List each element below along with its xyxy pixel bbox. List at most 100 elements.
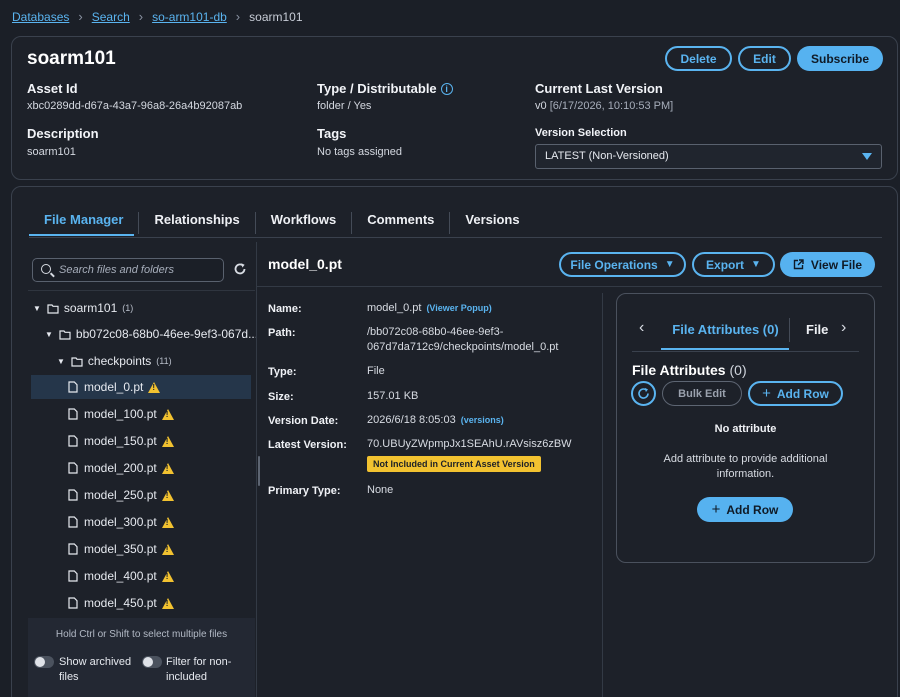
file-row[interactable]: model_350.pt	[31, 537, 231, 561]
latest-version-label: Latest Version:	[268, 439, 347, 451]
multi-select-hint: Hold Ctrl or Shift to select multiple fi…	[55, 629, 228, 640]
caret-down-icon: ▼	[751, 259, 761, 270]
delete-button[interactable]: Delete	[665, 46, 732, 71]
show-archived-toggle[interactable]	[34, 656, 54, 668]
file-icon	[68, 543, 78, 555]
file-name: model_300.pt	[84, 515, 157, 529]
tab-relationships[interactable]: Relationships	[139, 212, 256, 234]
version-date-value: 2026/6/18 8:05:03 (versions)	[367, 413, 504, 428]
tree-root[interactable]: ▼ soarm101 (1)	[33, 296, 133, 320]
refresh-icon	[638, 387, 649, 399]
path-label: Path:	[268, 327, 296, 339]
view-file-button[interactable]: View File	[780, 252, 875, 277]
refresh-icon[interactable]	[233, 262, 247, 276]
caret-down-icon: ▼	[664, 259, 675, 270]
version-date-text: 2026/6/18 8:05:03	[367, 414, 456, 426]
filter-non-included-toggle[interactable]	[142, 656, 162, 668]
asset-id-value: xbc0289dd-d67a-43a7-96a8-26a4b92087ab	[27, 100, 243, 112]
file-name: model_250.pt	[84, 488, 157, 502]
primary-type-value: None	[367, 484, 394, 496]
refresh-attributes-button[interactable]	[631, 381, 656, 406]
file-row[interactable]: model_0.pt	[31, 375, 251, 399]
file-operations-button[interactable]: File Operations ▼	[559, 252, 686, 277]
version-date-label: Version Date:	[268, 415, 339, 427]
warning-icon	[161, 570, 174, 582]
file-row[interactable]: model_300.pt	[31, 510, 231, 534]
search-input[interactable]: Search files and folders	[32, 258, 224, 282]
tab-file-attributes[interactable]: File Attributes (0)	[662, 322, 789, 337]
tree-checkpoints[interactable]: ▼ checkpoints (11)	[57, 349, 172, 373]
filter-non-included-label: Filter for non- included	[166, 655, 231, 685]
version-select[interactable]: LATEST (Non-Versioned)	[535, 144, 882, 169]
latest-version-value: 70.UBUyZWpmpJx1SEAhU.rAVsisz6zBW	[367, 438, 572, 450]
tab-versions[interactable]: Versions	[450, 212, 534, 234]
add-row-bottom-button[interactable]: + Add Row	[697, 497, 793, 522]
warning-icon	[148, 381, 161, 393]
chevron-left-icon[interactable]: ‹	[639, 319, 644, 337]
search-icon	[41, 264, 51, 274]
edit-button[interactable]: Edit	[738, 46, 791, 71]
tab-comments[interactable]: Comments	[352, 212, 451, 234]
viewer-popup-link[interactable]: (Viewer Popup)	[426, 303, 491, 313]
tags-value: No tags assigned	[317, 146, 402, 158]
current-version-label: Current Last Version	[535, 81, 663, 96]
primary-type-label: Primary Type:	[268, 485, 341, 497]
info-icon[interactable]: i	[440, 83, 453, 95]
file-icon	[68, 462, 78, 474]
filter-label-line1: Filter for non-	[166, 656, 232, 668]
chevron-right-icon[interactable]: ›	[841, 319, 846, 337]
tree-folder-label: bb072c08-68b0-46ee-9ef3-067d...	[75, 327, 259, 341]
description-label: Description	[27, 126, 99, 141]
active-tab-indicator	[29, 234, 134, 236]
show-archived-label-line2: files	[59, 671, 79, 683]
breadcrumb-current: soarm101	[249, 9, 303, 24]
add-row-button[interactable]: + Add Row	[748, 381, 843, 406]
folder-icon	[71, 356, 83, 367]
versions-link[interactable]: (versions)	[461, 415, 504, 425]
file-row[interactable]: model_100.pt	[31, 402, 231, 426]
warning-icon	[161, 462, 174, 474]
caret-down-icon: ▼	[33, 303, 41, 313]
breadcrumb-databases[interactable]: Databases	[12, 10, 69, 24]
tab-file-next[interactable]: File	[806, 322, 828, 337]
subscribe-button[interactable]: Subscribe	[797, 46, 883, 71]
breadcrumb-search[interactable]: Search	[92, 10, 130, 24]
tab-workflows[interactable]: Workflows	[256, 212, 353, 234]
tree-folder[interactable]: ▼ bb072c08-68b0-46ee-9ef3-067d...	[45, 322, 258, 346]
caret-down-icon: ▼	[45, 329, 53, 339]
export-label: Export	[706, 257, 745, 272]
folder-icon	[47, 303, 59, 314]
tree-root-label: soarm101	[63, 301, 118, 315]
show-archived-label: Show archived files	[59, 655, 131, 685]
name-label: Name:	[268, 303, 302, 315]
file-name: model_200.pt	[84, 461, 157, 475]
file-icon	[68, 516, 78, 528]
export-button[interactable]: Export ▼	[692, 252, 775, 277]
search-placeholder: Search files and folders	[59, 264, 174, 276]
file-row[interactable]: model_450.pt	[31, 591, 231, 615]
file-name: model_150.pt	[84, 434, 157, 448]
file-row[interactable]: model_400.pt	[31, 564, 231, 588]
resize-handle[interactable]	[258, 456, 260, 486]
detail-divider	[257, 286, 882, 287]
tab-file-manager[interactable]: File Manager	[29, 212, 140, 234]
file-row[interactable]: model_250.pt	[31, 483, 231, 507]
breadcrumb-database[interactable]: so-arm101-db	[152, 10, 227, 24]
file-name: model_400.pt	[84, 569, 157, 583]
warning-icon	[161, 543, 174, 555]
show-archived-label-line1: Show archived	[59, 656, 132, 668]
file-row[interactable]: model_200.pt	[31, 456, 231, 480]
version-date: [6/17/2026, 10:10:53 PM]	[549, 100, 674, 112]
empty-attributes-line1: Add attribute to provide additional	[663, 453, 828, 465]
current-version-value: v0 [6/17/2026, 10:10:53 PM]	[535, 100, 673, 112]
path-value: /bb072c08-68b0-46ee-9ef3- 067d7da712c9/c…	[367, 325, 558, 355]
version-selection-label: Version Selection	[535, 127, 627, 139]
file-row[interactable]: model_150.pt	[31, 429, 231, 453]
bulk-edit-button[interactable]: Bulk Edit	[662, 381, 742, 406]
search-divider	[28, 290, 255, 291]
file-icon	[68, 381, 78, 393]
tree-checkpoints-label: checkpoints	[87, 354, 152, 368]
attributes-title-text: File Attributes	[632, 362, 726, 378]
detail-column-divider	[602, 293, 603, 697]
warning-icon	[161, 516, 174, 528]
